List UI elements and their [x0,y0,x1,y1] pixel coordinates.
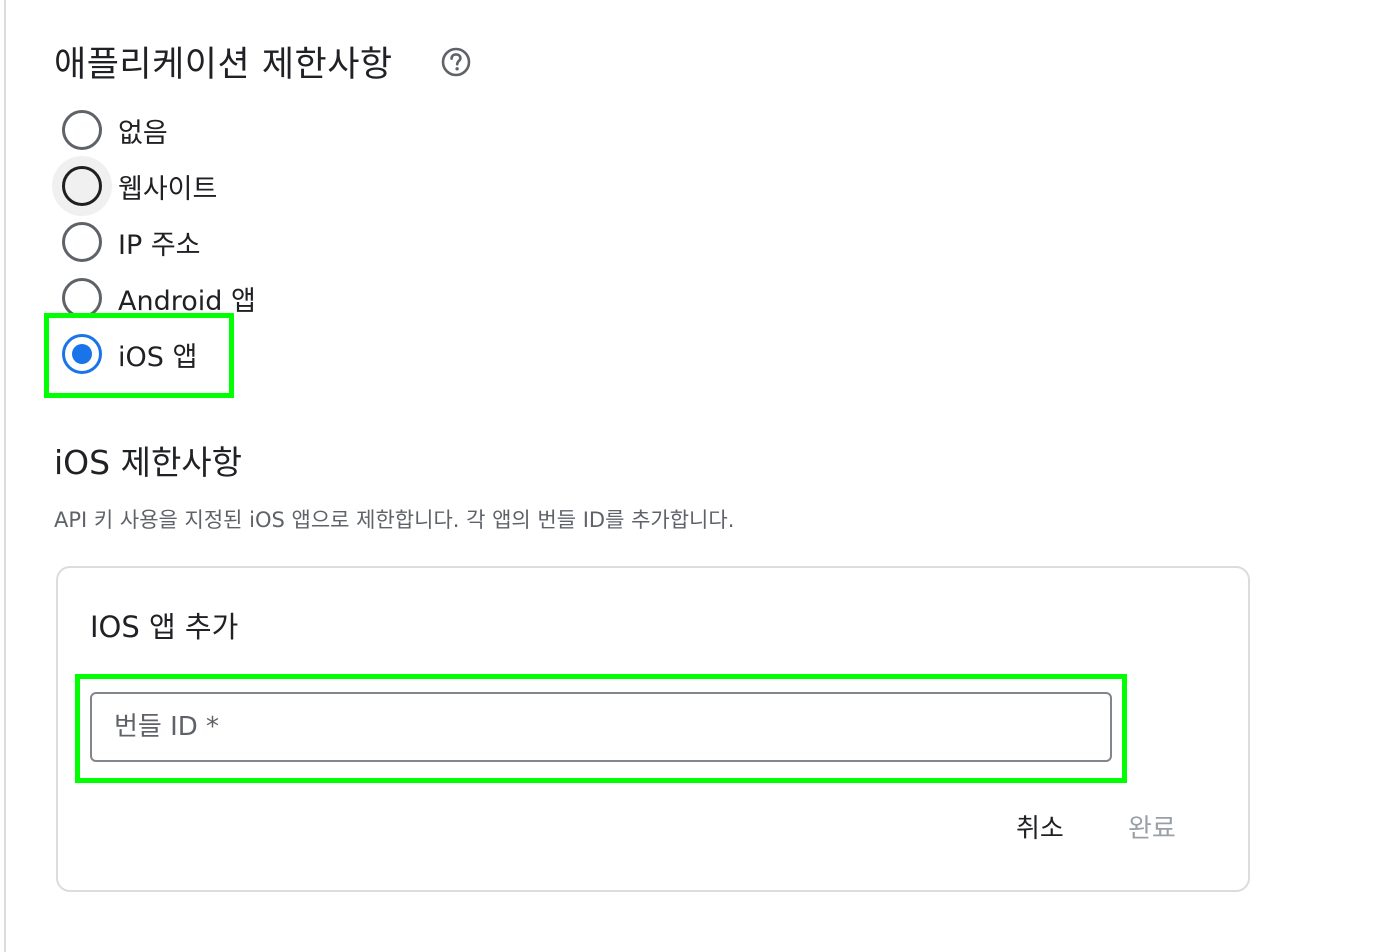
radio-button[interactable] [52,156,112,216]
radio-label: IP 주소 [118,229,201,261]
radio-label: Android 앱 [118,285,256,317]
radio-label: 웹사이트 [118,173,218,205]
help-circle-icon[interactable] [440,46,472,78]
page: 애플리케이션 제한사항 없음 웹사이트 IP 주소 Android 앱 iOS … [0,0,1390,952]
ios-restrictions-description: API 키 사용을 지정된 iOS 앱으로 제한합니다. 각 앱의 번들 ID를… [54,508,735,532]
radio-button[interactable] [62,278,102,318]
radio-option-ip-addresses[interactable]: IP 주소 [62,220,201,264]
radio-option-android-apps[interactable]: Android 앱 [62,276,256,320]
bundle-id-input[interactable] [90,692,1112,762]
add-ios-app-title: IOS 앱 추가 [90,610,239,644]
radio-button[interactable] [62,110,102,150]
radio-button[interactable] [62,222,102,262]
radio-option-ios-apps[interactable]: iOS 앱 [62,332,197,376]
section-title: 애플리케이션 제한사항 [54,45,393,85]
ios-restrictions-title: iOS 제한사항 [54,443,243,482]
cancel-button[interactable]: 취소 [1002,800,1078,852]
radio-label: iOS 앱 [118,341,198,373]
done-button[interactable]: 완료 [1114,800,1190,852]
radio-option-websites[interactable]: 웹사이트 [52,156,218,216]
left-divider [4,0,6,952]
radio-label: 없음 [118,117,168,149]
radio-option-none[interactable]: 없음 [62,108,168,152]
radio-button-selected[interactable] [62,334,102,374]
